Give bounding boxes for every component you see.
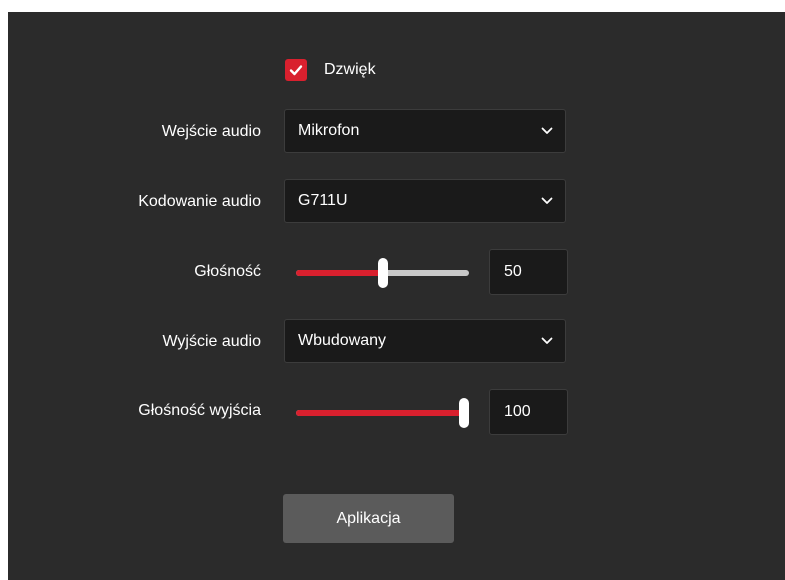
audio-encoding-select[interactable]: G711U (284, 179, 566, 223)
sound-checkbox[interactable] (285, 59, 307, 81)
volume-input[interactable]: 50 (489, 249, 568, 295)
audio-output-label: Wyjście audio (162, 333, 261, 350)
sound-toggle[interactable]: Dzwięk (285, 57, 376, 83)
audio-output-select[interactable]: Wbudowany (284, 319, 566, 363)
audio-encoding-value: G711U (298, 192, 348, 209)
output-volume-slider-thumb[interactable] (459, 398, 469, 428)
volume-slider-fill (296, 270, 383, 276)
volume-value: 50 (504, 263, 522, 280)
audio-input-select[interactable]: Mikrofon (284, 109, 566, 153)
audio-settings-panel: Dzwięk Wejście audio Mikrofon Kodowanie … (8, 12, 785, 580)
chevron-down-icon (541, 197, 553, 204)
audio-input-label: Wejście audio (161, 123, 261, 140)
output-volume-slider-fill (296, 410, 464, 416)
audio-output-value: Wbudowany (298, 332, 387, 349)
audio-input-value: Mikrofon (298, 122, 360, 139)
output-volume-value: 100 (504, 403, 531, 420)
chevron-down-icon (541, 337, 553, 344)
output-volume-slider[interactable] (296, 397, 469, 428)
output-volume-input[interactable]: 100 (489, 389, 568, 435)
volume-slider-thumb[interactable] (378, 258, 388, 288)
apply-button[interactable]: Aplikacja (283, 494, 454, 543)
checkmark-icon (289, 65, 303, 76)
volume-slider[interactable] (296, 257, 469, 288)
chevron-down-icon (541, 127, 553, 134)
sound-label: Dzwięk (324, 61, 376, 78)
audio-encoding-label: Kodowanie audio (138, 193, 261, 210)
volume-label: Głośność (194, 263, 261, 280)
apply-button-label: Aplikacja (336, 509, 401, 527)
output-volume-label: Głośność wyjścia (138, 402, 261, 419)
